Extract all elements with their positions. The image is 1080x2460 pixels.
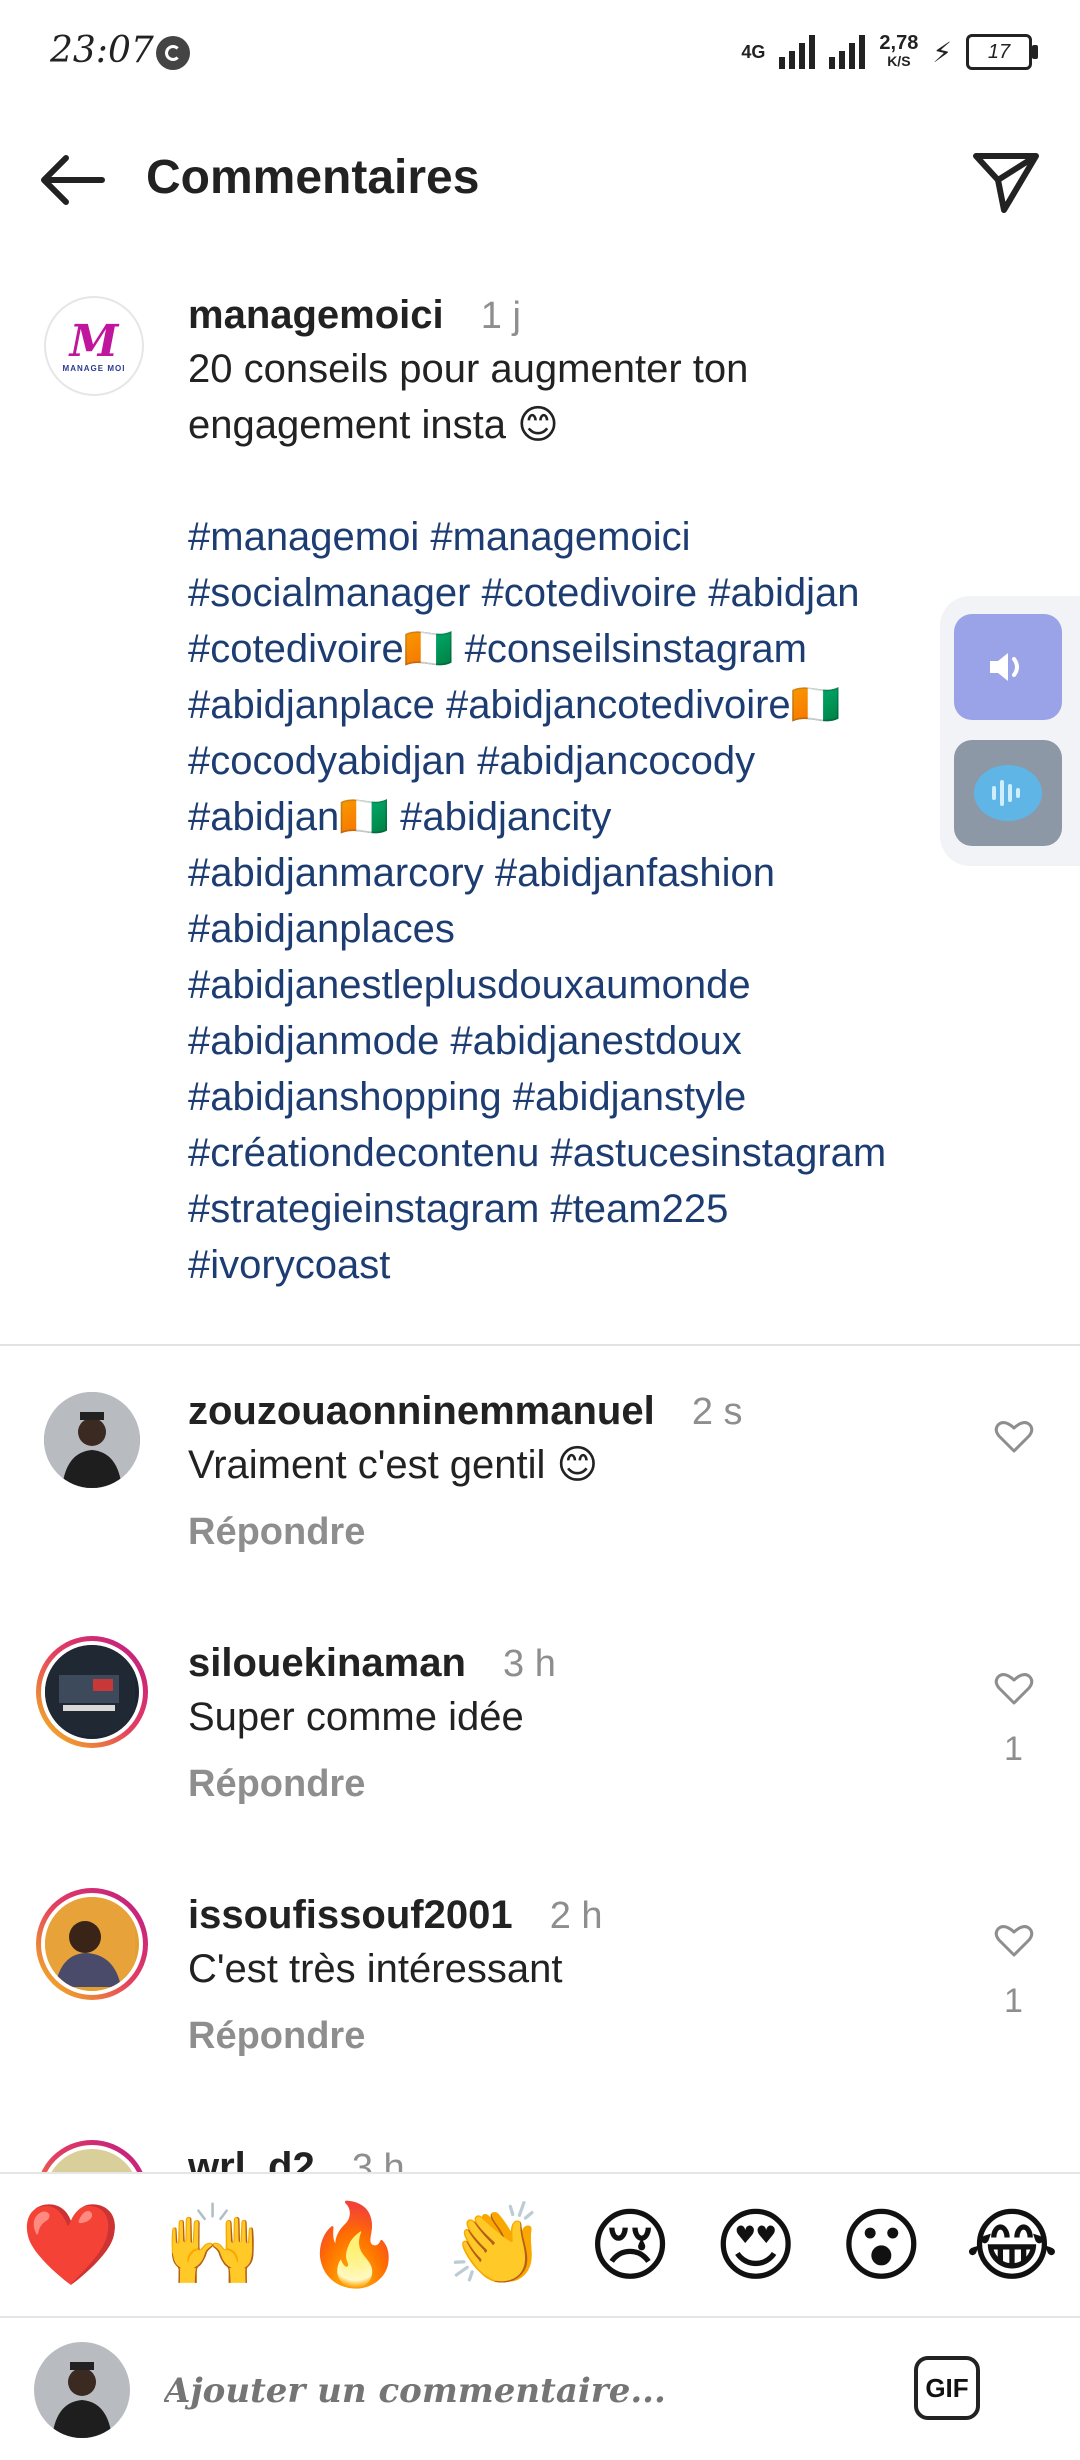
like-heart-icon[interactable] — [994, 1418, 1034, 1454]
comment: issoufissouf2001 2 h C'est très intéress… — [188, 1890, 948, 2058]
signal-icon-2 — [829, 35, 866, 69]
comment-text: Super comme idée — [188, 1695, 524, 1739]
post-author-avatar[interactable]: M MANAGE MOI — [44, 296, 144, 396]
reply-button[interactable]: Répondre — [188, 2015, 948, 2058]
speed-value: 2,78 — [879, 32, 919, 54]
hashtag-line[interactable]: #créationdecontenu #astucesinstagram — [188, 1125, 1018, 1181]
comment-time: 2 s — [691, 1391, 743, 1433]
user-photo-icon — [44, 1392, 140, 1488]
user-photo-icon — [34, 2342, 130, 2438]
hashtag-line[interactable]: #abidjanplaces — [188, 901, 1018, 957]
comment-header: issoufissouf2001 2 h — [188, 1890, 948, 1941]
hashtag-line[interactable]: #managemoi #managemoici — [188, 509, 1018, 565]
hashtag-list: #managemoi #managemoici #socialmanager #… — [188, 509, 1018, 1293]
comment: silouekinaman 3 h Super comme idée Répon… — [188, 1638, 948, 1806]
emoji-heart-eyes[interactable]: 😍 — [714, 2199, 797, 2292]
voice-assistant-button[interactable] — [954, 740, 1062, 846]
emoji-quick-bar: ❤️ 🙌 🔥 👏 😢 😍 😮 😂 — [0, 2172, 1080, 2318]
hashtag-line[interactable]: #ivorycoast — [188, 1237, 1018, 1293]
comment-username[interactable]: zouzouaonninemmanuel — [188, 1389, 655, 1433]
app-notification-icon — [156, 36, 190, 70]
reply-button[interactable]: Répondre — [188, 1763, 948, 1806]
hashtag-line[interactable]: #strategieinstagram #team225 — [188, 1181, 1018, 1237]
emoji-crying[interactable]: 😢 — [588, 2199, 671, 2292]
comment-text: C'est très intéressant — [188, 1947, 563, 1991]
caption-line: engagement insta 😊 — [188, 403, 559, 447]
user-photo-icon — [45, 1897, 135, 1987]
comment: zouzouaonninemmanuel 2 s Vraiment c'est … — [188, 1386, 948, 1554]
comment-time: 2 h — [549, 1895, 603, 1937]
hashtag-line[interactable]: #abidjan🇨🇮 #abidjancity — [188, 789, 1018, 845]
speed-unit: K/S — [887, 53, 911, 69]
emoji-heart[interactable]: ❤️ — [21, 2198, 121, 2292]
post-caption: managemoici 1 j 20 conseils pour augment… — [188, 290, 1018, 1293]
network-speed: 2,78 K/S — [879, 32, 919, 70]
hashtag-line[interactable]: #abidjanshopping #abidjanstyle — [188, 1069, 1018, 1125]
post-time: 1 j — [480, 295, 521, 337]
post-username[interactable]: managemoici — [188, 293, 444, 337]
comment-username[interactable]: silouekinaman — [188, 1641, 466, 1685]
hashtag-line[interactable]: #cotedivoire🇨🇮 #conseilsinstagram — [188, 621, 1018, 677]
comment-time: 3 h — [503, 1643, 556, 1685]
status-indicators: 4G 2,78 K/S ⚡ 17 — [741, 32, 1038, 70]
user-photo-icon — [45, 1645, 135, 1735]
caption-divider — [0, 1344, 1080, 1346]
comment-text: Vraiment c'est gentil 😊 — [188, 1443, 599, 1487]
comment-input[interactable] — [162, 2370, 866, 2412]
gif-button[interactable]: GIF — [914, 2356, 980, 2420]
emoji-laughing[interactable]: 😂 — [965, 2199, 1058, 2292]
caption-line: 20 conseils pour augmenter ton — [188, 347, 749, 391]
comment-avatar — [41, 1641, 143, 1743]
comment-username[interactable]: issoufissouf2001 — [188, 1893, 513, 1937]
battery-icon: 17 — [966, 34, 1038, 70]
emoji-clapping[interactable]: 👏 — [447, 2198, 547, 2292]
charging-icon: ⚡ — [932, 36, 952, 68]
comment-header: zouzouaonninemmanuel 2 s — [188, 1386, 948, 1437]
reply-button[interactable]: Répondre — [188, 1511, 948, 1554]
share-send-icon[interactable] — [970, 148, 1042, 214]
emoji-raising-hands[interactable]: 🙌 — [163, 2198, 263, 2292]
comment-avatar[interactable] — [44, 1392, 140, 1488]
comment-avatar — [41, 1893, 143, 1995]
back-arrow-icon[interactable] — [36, 150, 108, 210]
brand-logo-text: MANAGE MOI — [62, 363, 126, 373]
like-count: 1 — [1004, 1730, 1023, 1768]
emoji-fire[interactable]: 🔥 — [305, 2198, 405, 2292]
brand-logo-letter: M — [69, 315, 119, 367]
hashtag-line[interactable]: #socialmanager #cotedivoire #abidjan — [188, 565, 1018, 621]
hashtag-line[interactable]: #cocodyabidjan #abidjancocody — [188, 733, 1018, 789]
post-caption-header: managemoici 1 j — [188, 290, 1018, 341]
like-heart-icon[interactable] — [994, 1922, 1034, 1958]
status-time: 23:07 — [50, 30, 154, 71]
hashtag-line[interactable]: #abidjanmode #abidjanestdoux — [188, 1013, 1018, 1069]
battery-level: 17 — [987, 41, 1011, 63]
like-count: 1 — [1004, 1982, 1023, 2020]
hashtag-line[interactable]: #abidjanestleplusdouxaumonde — [188, 957, 1018, 1013]
signal-icon — [779, 35, 816, 69]
speaker-icon — [990, 653, 1019, 681]
page-title: Commentaires — [146, 151, 480, 204]
comment-header: silouekinaman 3 h — [188, 1638, 948, 1689]
comment-avatar-story-ring[interactable] — [36, 1888, 148, 2000]
hashtag-line[interactable]: #abidjanplace #abidjancotedivoire🇨🇮 — [188, 677, 1018, 733]
comment-avatar-story-ring[interactable] — [36, 1636, 148, 1748]
hashtag-line[interactable]: #abidjanmarcory #abidjanfashion — [188, 845, 1018, 901]
current-user-avatar — [34, 2342, 130, 2438]
volume-button[interactable] — [954, 614, 1062, 720]
like-heart-icon[interactable] — [994, 1670, 1034, 1706]
network-type: 4G — [741, 41, 766, 62]
emoji-surprised[interactable]: 😮 — [840, 2199, 923, 2292]
voice-wave-icon — [974, 765, 1042, 821]
